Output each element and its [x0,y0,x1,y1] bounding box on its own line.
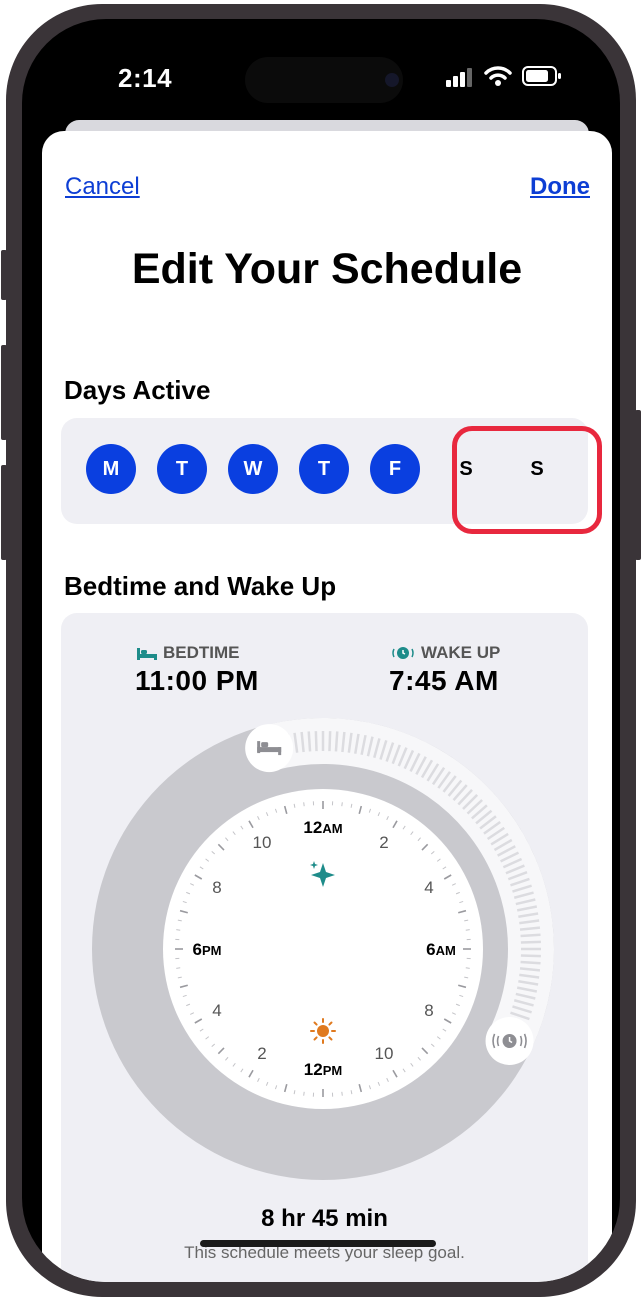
clock-label-8-pm: 8 [212,878,221,897]
clock-label-8: 8 [424,1001,433,1020]
cancel-button[interactable]: Cancel [65,173,140,201]
sleep-duration: 8 hr 45 min [261,1205,388,1232]
bedtime-handle[interactable] [245,724,294,773]
alarm-handle-icon [492,1033,527,1049]
day-friday-toggle[interactable]: F [370,444,420,494]
wifi-icon [484,66,512,86]
day-thursday-toggle[interactable]: T [299,444,349,494]
clock-label-10: 10 [375,1044,394,1063]
wake-up-handle[interactable] [485,1016,534,1065]
camera-icon [385,73,399,87]
battery-icon [522,66,561,86]
clock-label-4: 4 [424,878,433,897]
dynamic-island [245,57,403,103]
days-active-heading: Days Active [64,375,211,405]
clock-label-2-pm: 2 [257,1044,266,1063]
clock-tick [341,802,343,807]
arc-tick [520,954,541,958]
clock-label-12pm: 12PM [304,1060,342,1079]
arc-tick [520,933,541,938]
clock-tick [303,802,305,807]
clock-label-2: 2 [379,833,388,852]
bedtime-wakeup-heading: Bedtime and Wake Up [64,571,337,601]
screen: 2:14 Cancel Done Edit Your Schedule Days… [22,19,620,1282]
edit-schedule-sheet: Cancel Done Edit Your Schedule Days Acti… [42,131,612,1282]
clock-tick [303,1091,305,1096]
clock-label-4-pm: 4 [212,1001,221,1020]
clock-tick [465,929,470,931]
sleep-schedule-panel: BEDTIME 11:00 PM WAKE UP 7:45 AM 12AM 6A… [61,613,588,1282]
done-button[interactable]: Done [530,173,590,201]
arc-tick [328,731,332,752]
status-time: 2:14 [118,63,173,93]
page-title: Edit Your Schedule [131,245,523,293]
day-wednesday-toggle[interactable]: W [228,444,278,494]
clock-tick [465,967,470,969]
arc-tick [334,731,339,752]
clock-label-6pm: 6PM [193,940,222,959]
phone-frame: 2:14 Cancel Done Edit Your Schedule Days… [6,4,636,1297]
clock-label-12am: 12AM [303,818,342,837]
weekend-highlight-annotation [452,426,602,534]
clock-label-10-pm: 10 [253,833,272,852]
cellular-signal-icon [446,68,472,87]
sleep-clock-dial[interactable]: 12AM 6AM 12PM 6PM 2 4 8 10 2 4 8 10 [61,613,588,1282]
arc-tick [307,731,312,752]
status-bar: 2:14 [22,19,620,129]
home-indicator[interactable] [200,1240,436,1247]
arc-tick [314,731,318,752]
day-tuesday-toggle[interactable]: T [157,444,207,494]
clock-label-6am: 6AM [426,940,456,959]
sun-icon [310,1018,336,1044]
arc-tick [520,940,541,944]
arc-tick [520,960,541,965]
clock-tick [176,967,181,969]
day-monday-toggle[interactable]: M [86,444,136,494]
clock-tick [176,929,181,931]
clock-tick [341,1091,343,1096]
